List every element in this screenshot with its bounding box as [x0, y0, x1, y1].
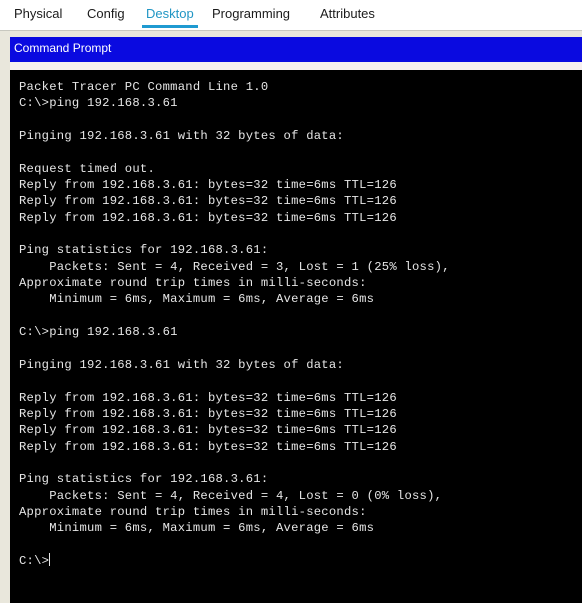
command-prompt-window: Command Prompt Packet Tracer PC Command … — [10, 37, 582, 603]
terminal-output-area[interactable]: Packet Tracer PC Command Line 1.0 C:\>pi… — [10, 70, 582, 603]
window-title: Command Prompt — [14, 41, 112, 55]
window-titlebar: Command Prompt — [10, 37, 582, 62]
terminal-text: Packet Tracer PC Command Line 1.0 C:\>pi… — [19, 79, 580, 569]
device-tab-bar: Physical Config Desktop Programming Attr… — [0, 0, 582, 31]
tab-attributes[interactable]: Attributes — [316, 0, 379, 31]
tab-programming[interactable]: Programming — [208, 0, 294, 31]
desktop-panel: Command Prompt Packet Tracer PC Command … — [0, 31, 582, 603]
tab-physical[interactable]: Physical — [10, 0, 66, 31]
terminal-lines: Packet Tracer PC Command Line 1.0 C:\>pi… — [19, 80, 450, 568]
text-cursor — [49, 552, 51, 566]
tab-desktop[interactable]: Desktop — [142, 0, 198, 31]
tab-config[interactable]: Config — [83, 0, 129, 31]
